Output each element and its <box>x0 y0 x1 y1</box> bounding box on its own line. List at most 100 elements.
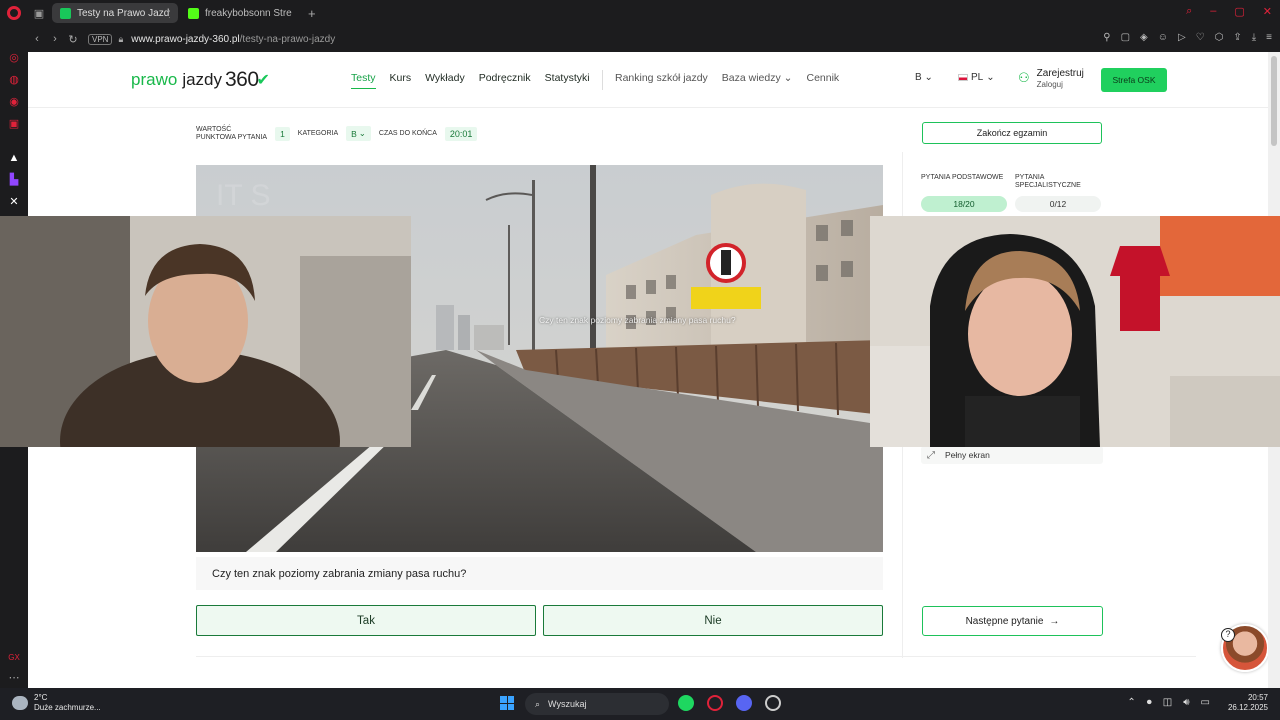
answer-no-button[interactable]: Nie <box>543 605 883 636</box>
heart-icon[interactable]: ♡ <box>1196 32 1205 43</box>
language-dropdown[interactable]: PL ⌄ <box>958 72 995 83</box>
browser-tab-kick[interactable]: freakybobsonn Stream - V <box>180 3 300 23</box>
window-controls: ⌕ – ▢ ✕ <box>1186 5 1272 18</box>
download-icon[interactable]: ⤓ <box>1252 32 1256 43</box>
maximize-icon[interactable]: ▢ <box>1234 5 1244 18</box>
shield-icon[interactable]: ◈ <box>1140 32 1148 43</box>
basic-questions-count[interactable]: 18/20 <box>921 196 1007 212</box>
twitch-icon[interactable]: ▙ <box>6 172 22 188</box>
next-question-button[interactable]: Następne pytanie → <box>922 606 1103 636</box>
streamer-camera-right <box>870 216 1280 447</box>
nav-cennik[interactable]: Cennik <box>806 72 839 84</box>
time-remaining: 20:01 <box>444 126 478 141</box>
discord-icon[interactable] <box>736 695 752 711</box>
basic-questions-label: Pytania podstawowe <box>921 174 1004 181</box>
login-link[interactable]: Zaloguj <box>1037 80 1084 89</box>
fullscreen-button[interactable]: ⤢ Pełny ekran <box>921 446 1103 464</box>
category-label: Kategoria <box>297 129 339 137</box>
category-dropdown[interactable]: B ⌄ <box>915 72 933 83</box>
system-clock[interactable]: 20:57 26.12.2025 <box>1228 693 1268 714</box>
x-icon[interactable]: ✕ <box>6 194 22 210</box>
aria-icon[interactable]: ◎ <box>6 50 22 66</box>
extensions-icon[interactable]: ⬡ <box>1215 32 1224 43</box>
forward-icon[interactable]: › <box>46 33 64 45</box>
volume-icon[interactable]: 🔊︎ <box>1183 697 1189 708</box>
nav-kurs[interactable]: Kurs <box>390 72 412 89</box>
close-icon[interactable]: ✕ <box>1263 5 1272 18</box>
back-icon[interactable]: ‹ <box>28 33 46 45</box>
category-value: B <box>915 72 922 83</box>
instagram-icon[interactable]: ◉ <box>6 94 22 110</box>
register-link[interactable]: Zarejestruj <box>1037 68 1084 80</box>
clock-time: 20:57 <box>1247 693 1268 702</box>
chevron-down-icon: ⌄ <box>783 72 793 84</box>
adobe-icon[interactable]: ▲ <box>6 150 22 166</box>
browser-toolbar: ⚲ ▢ ◈ ☺ ▷ ♡ ⬡ ⇪ ⤓ ≡ <box>1103 32 1272 43</box>
nav-ranking[interactable]: Ranking szkół jazdy <box>615 72 708 84</box>
browser-tab-bar: ▣ Testy na Prawo Jazdy 20 freakybobsonn … <box>0 0 1280 26</box>
weather-widget[interactable]: 2°C Duże zachmurze... <box>12 693 101 713</box>
windows-start-icon[interactable] <box>500 696 514 710</box>
user-account[interactable]: ⚇ Zarejestruj Zaloguj <box>1018 68 1084 89</box>
tab-list-icon[interactable]: ▣ <box>28 7 50 20</box>
share-icon[interactable]: ⇪ <box>1233 32 1241 43</box>
cloud-icon <box>12 696 28 710</box>
battery-icon[interactable]: ▭ <box>1201 697 1210 708</box>
user-icon: ⚇ <box>1018 70 1030 86</box>
app-icon[interactable] <box>765 695 781 711</box>
help-question-icon[interactable]: ? <box>1221 628 1235 642</box>
svg-text:IT S: IT S <box>216 179 270 212</box>
points-label: Wartość punktowa pytania <box>196 126 268 141</box>
new-tab-button[interactable]: + <box>308 6 316 21</box>
opera-gx-icon[interactable] <box>707 695 723 711</box>
microphone-icon[interactable]: ⏺ <box>1147 697 1152 708</box>
easy-setup-icon[interactable]: ☺ <box>1158 32 1168 43</box>
scrollbar-thumb[interactable] <box>1271 56 1277 146</box>
lock-icon[interactable]: 🔒︎ <box>118 34 123 45</box>
main-nav: Testy Kurs Wykłady Podręcznik Statystyki <box>351 72 590 89</box>
play-icon[interactable]: ▷ <box>1178 32 1186 43</box>
nav-baza-wiedzy-label: Baza wiedzy <box>721 72 781 84</box>
menu-icon[interactable]: ≡ <box>1266 32 1272 43</box>
tab-title: Testy na Prawo Jazdy 20 <box>77 7 170 19</box>
logo-word-2: jazdy <box>182 70 222 89</box>
search-icon: ⌕ <box>535 698 541 709</box>
site-logo[interactable]: prawo jazdy 360 ✔ <box>131 68 270 92</box>
temperature: 2°C <box>34 693 48 702</box>
messenger-icon[interactable]: ◍ <box>6 72 22 88</box>
webcam-overlay-right <box>870 216 1280 447</box>
kick-favicon-icon <box>188 7 199 19</box>
reload-icon[interactable]: ↻ <box>64 33 82 46</box>
url-field[interactable]: www.prawo-jazdy-360.pl/testy-na-prawo-ja… <box>131 34 335 45</box>
secondary-nav: Ranking szkół jazdy Baza wiedzy ⌄ Cennik <box>615 72 839 84</box>
logo-word-1: prawo <box>131 70 178 89</box>
vpn-badge[interactable]: VPN <box>88 33 113 45</box>
osk-zone-button[interactable]: Strefa OSK <box>1101 68 1167 92</box>
exam-category-select[interactable]: B ⌄ <box>346 126 371 142</box>
search-tabs-icon[interactable]: ⌕ <box>1186 5 1192 18</box>
network-icon[interactable]: ◫ <box>1163 697 1172 708</box>
opera-logo-icon[interactable] <box>0 0 28 26</box>
exam-category-value: B <box>351 128 357 139</box>
minimize-icon[interactable]: – <box>1210 5 1216 18</box>
taskbar-search[interactable]: ⌕ Wyszukaj <box>525 693 669 715</box>
specialist-questions-count[interactable]: 0/12 <box>1015 196 1101 212</box>
nav-wyklady[interactable]: Wykłady <box>425 72 465 89</box>
browser-tab-active[interactable]: Testy na Prawo Jazdy 20 <box>52 3 178 23</box>
address-bar: ‹ › ↻ VPN 🔒︎ www.prawo-jazdy-360.pl/test… <box>28 26 1280 52</box>
more-icon[interactable]: ⋯ <box>6 670 22 686</box>
chevron-up-icon[interactable]: ⌃ <box>1127 697 1135 708</box>
nav-podrecznik[interactable]: Podręcznik <box>479 72 531 89</box>
nav-testy[interactable]: Testy <box>351 72 376 89</box>
nav-baza-wiedzy[interactable]: Baza wiedzy ⌄ <box>722 72 793 84</box>
gmail-icon[interactable]: ▣ <box>6 116 22 132</box>
end-exam-button[interactable]: Zakończ egzamin <box>922 122 1102 144</box>
snapshot-icon[interactable]: ▢ <box>1121 32 1130 43</box>
gx-icon[interactable]: GX <box>6 650 22 666</box>
answer-yes-button[interactable]: Tak <box>196 605 536 636</box>
pin-icon[interactable]: ⚲ <box>1103 32 1110 43</box>
exam-info-bar: Wartość punktowa pytania 1 Kategoria B ⌄ C… <box>196 126 478 142</box>
logo-check-icon: ✔ <box>256 72 270 89</box>
nav-statystyki[interactable]: Statystyki <box>545 72 590 89</box>
spotify-icon[interactable] <box>678 695 694 711</box>
